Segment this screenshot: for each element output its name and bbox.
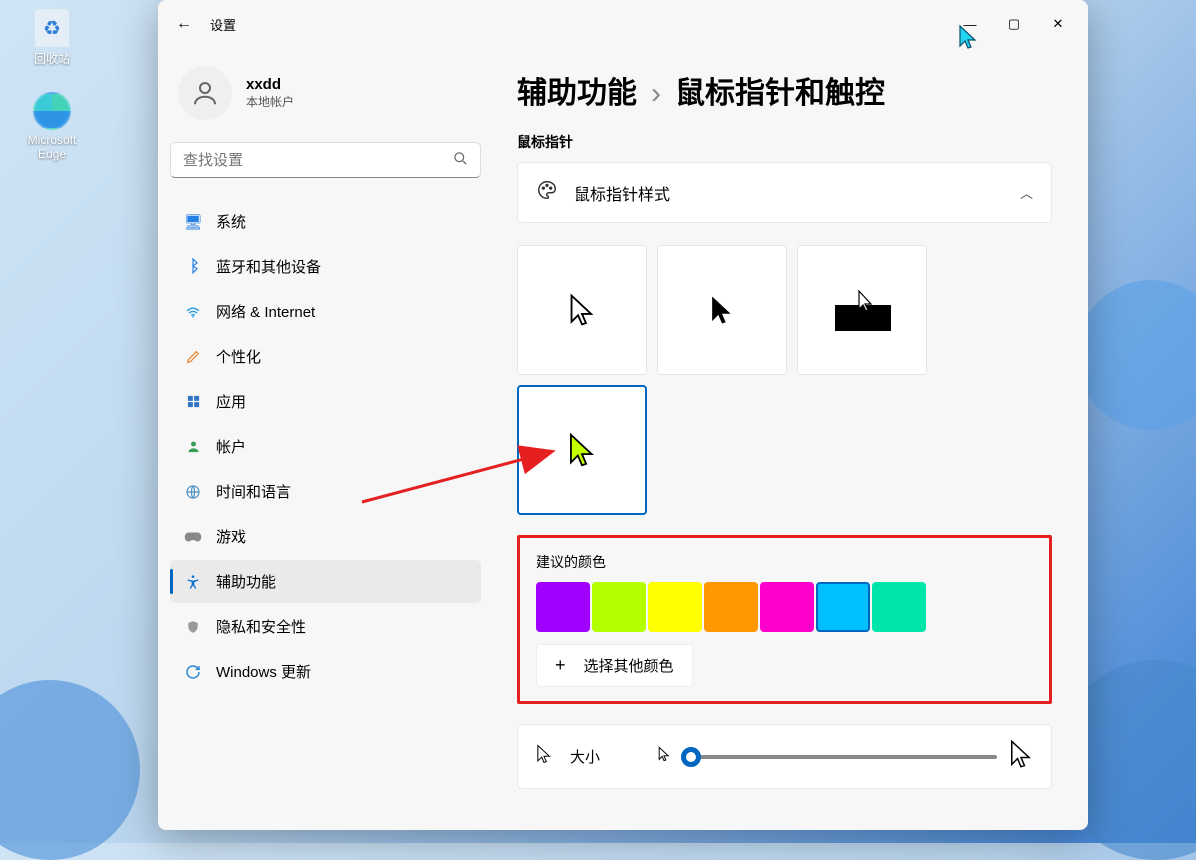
sidebar: xxdd 本地帐户 🖥 系统 蓝牙和其他	[158, 48, 493, 830]
nav-personalization[interactable]: 个性化	[170, 335, 481, 378]
bluetooth-icon	[184, 258, 202, 276]
choose-other-label: 选择其他颜色	[584, 655, 674, 676]
cursor-large-icon	[1009, 739, 1033, 774]
nav-label: 网络 & Internet	[216, 301, 315, 322]
color-swatch[interactable]	[648, 582, 702, 632]
palette-icon	[536, 179, 558, 206]
close-button[interactable]: ✕	[1036, 8, 1080, 40]
person-icon	[184, 438, 202, 456]
titlebar: ← 设置 — ▢ ✕	[158, 0, 1088, 48]
slider-track[interactable]	[682, 755, 997, 759]
user-name: xxdd	[246, 76, 294, 93]
desktop-icon-recycle-bin[interactable]: ♻ 回收站	[12, 8, 92, 67]
apps-icon	[184, 393, 202, 411]
window-title: 设置	[210, 15, 236, 34]
size-slider[interactable]	[658, 739, 1033, 774]
annotation-cursor	[958, 24, 978, 50]
color-swatch[interactable]	[872, 582, 926, 632]
chevron-up-icon: ︿	[1020, 183, 1033, 202]
nav-label: 时间和语言	[216, 481, 291, 502]
recycle-bin-icon: ♻	[35, 9, 69, 47]
nav-apps[interactable]: 应用	[170, 380, 481, 423]
color-swatch[interactable]	[760, 582, 814, 632]
edge-logo-icon	[33, 92, 71, 130]
colors-heading: 建议的颜色	[536, 552, 1033, 572]
color-swatch[interactable]	[816, 582, 870, 632]
cursor-small-icon	[658, 746, 670, 767]
nav-label: 游戏	[216, 526, 246, 547]
maximize-icon: ▢	[1008, 16, 1020, 32]
nav-windows-update[interactable]: Windows 更新	[170, 650, 481, 693]
pointer-style-inverted[interactable]	[797, 245, 927, 375]
update-icon	[184, 663, 202, 681]
size-label: 大小	[570, 746, 600, 767]
pointer-style-expander[interactable]: 鼠标指针样式 ︿	[517, 162, 1052, 223]
gamepad-icon	[184, 528, 202, 546]
nav-time-lang[interactable]: 时间和语言	[170, 470, 481, 513]
pointer-style-black[interactable]	[657, 245, 787, 375]
display-icon: 🖥	[184, 213, 202, 231]
back-button[interactable]: ←	[166, 6, 202, 42]
section-label: 鼠标指针	[517, 132, 1052, 152]
size-row: 大小	[517, 724, 1052, 789]
shield-icon	[184, 618, 202, 636]
breadcrumb-parent[interactable]: 辅助功能	[517, 68, 637, 112]
user-block[interactable]: xxdd 本地帐户	[170, 48, 481, 142]
color-panel-annotation: 建议的颜色 + 选择其他颜色	[517, 535, 1052, 704]
bg-shape	[0, 680, 140, 860]
pointer-style-custom[interactable]	[517, 385, 647, 515]
nav-label: 辅助功能	[216, 571, 276, 592]
pointer-style-grid	[517, 227, 1052, 535]
color-swatch[interactable]	[704, 582, 758, 632]
plus-icon: +	[555, 655, 566, 676]
search-input[interactable]	[183, 152, 453, 169]
desktop-icon-edge[interactable]: Microsoft Edge	[12, 91, 92, 161]
nav-label: 帐户	[216, 436, 246, 457]
search-icon	[453, 151, 468, 169]
color-swatch[interactable]	[592, 582, 646, 632]
nav-label: 个性化	[216, 346, 261, 367]
accessibility-icon	[184, 573, 202, 591]
nav-network[interactable]: 网络 & Internet	[170, 290, 481, 333]
nav-label: 系统	[216, 211, 246, 232]
swatch-row	[536, 582, 1033, 632]
nav-accessibility[interactable]: 辅助功能	[170, 560, 481, 603]
nav-accounts[interactable]: 帐户	[170, 425, 481, 468]
nav-label: 蓝牙和其他设备	[216, 256, 321, 277]
globe-icon	[184, 483, 202, 501]
cursor-icon	[536, 744, 552, 769]
nav-gaming[interactable]: 游戏	[170, 515, 481, 558]
main-content: 辅助功能 › 鼠标指针和触控 鼠标指针 鼠标指针样式 ︿	[493, 48, 1088, 830]
desktop-icon-label: Microsoft Edge	[12, 133, 92, 161]
user-type: 本地帐户	[246, 93, 294, 110]
nav-label: 隐私和安全性	[216, 616, 306, 637]
nav-label: Windows 更新	[216, 661, 311, 682]
breadcrumb-current: 鼠标指针和触控	[675, 68, 885, 112]
desktop-icon-label: 回收站	[34, 50, 70, 67]
brush-icon	[184, 348, 202, 366]
breadcrumb: 辅助功能 › 鼠标指针和触控	[517, 68, 1052, 112]
close-icon: ✕	[1053, 16, 1064, 32]
maximize-button[interactable]: ▢	[992, 8, 1036, 40]
nav-privacy[interactable]: 隐私和安全性	[170, 605, 481, 648]
nav-label: 应用	[216, 391, 246, 412]
search-field[interactable]	[170, 142, 481, 178]
avatar-icon	[178, 66, 232, 120]
breadcrumb-sep: ›	[651, 77, 661, 111]
settings-window: ← 设置 — ▢ ✕ xxdd 本地帐户	[158, 0, 1088, 830]
nav-bluetooth[interactable]: 蓝牙和其他设备	[170, 245, 481, 288]
nav-system[interactable]: 🖥 系统	[170, 200, 481, 243]
pointer-style-white[interactable]	[517, 245, 647, 375]
bg-shape	[1076, 280, 1196, 430]
slider-thumb[interactable]	[681, 747, 701, 767]
color-swatch[interactable]	[536, 582, 590, 632]
wifi-icon	[184, 303, 202, 321]
choose-other-button[interactable]: + 选择其他颜色	[536, 644, 693, 687]
expander-label: 鼠标指针样式	[574, 181, 670, 205]
